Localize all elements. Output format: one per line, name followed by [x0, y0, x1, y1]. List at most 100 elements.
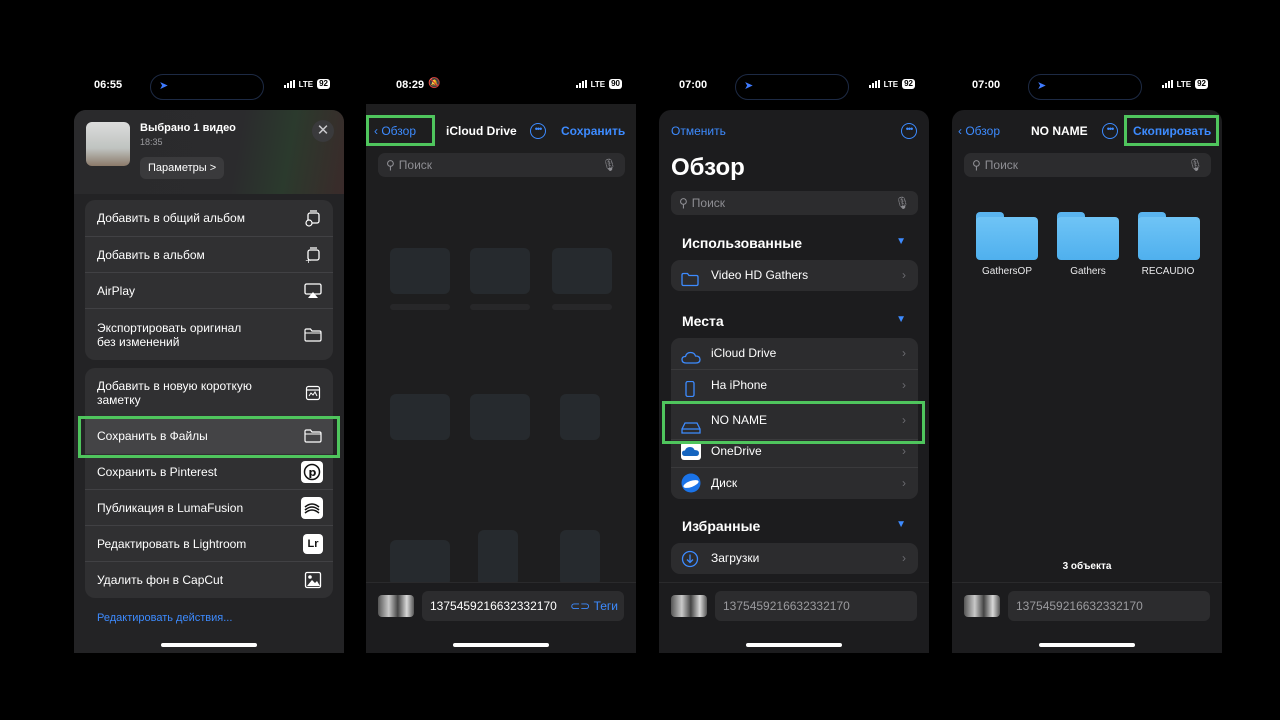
- action-label: Добавить в альбом: [97, 247, 205, 262]
- microphone-icon[interactable]: 🎙: [602, 153, 617, 177]
- edit-actions-link[interactable]: Редактировать действия...: [97, 612, 232, 624]
- list-item[interactable]: iCloud Drive ›: [671, 338, 918, 370]
- dynamic-island: ➤: [1028, 74, 1142, 100]
- carrier-label: LTE: [590, 79, 606, 89]
- folder-icon[interactable]: [1138, 212, 1200, 260]
- action-quick-note[interactable]: Добавить в новую короткую заметку: [85, 368, 333, 418]
- more-options-icon[interactable]: •••: [1102, 123, 1118, 139]
- chevron-right-icon: >: [209, 162, 217, 174]
- section-recents[interactable]: Использованные: [682, 235, 802, 251]
- ghost-folder: [560, 530, 600, 586]
- chevron-down-icon[interactable]: ▼: [896, 519, 906, 530]
- file-thumbnail: [378, 595, 414, 617]
- list-item[interactable]: На iPhone ›: [671, 370, 918, 402]
- action-add-shared-album[interactable]: Добавить в общий альбом: [85, 200, 333, 237]
- chevron-down-icon[interactable]: ▼: [896, 314, 906, 325]
- phone-share-sheet: 06:55 ➤ LTE 92 Выбрано 1 видео 18:35 Пар…: [74, 70, 344, 653]
- chevron-down-icon[interactable]: ▼: [896, 236, 906, 247]
- chevron-right-icon: ›: [902, 268, 906, 282]
- recents-list: Video HD Gathers ›: [671, 260, 918, 291]
- row-label: Диск: [711, 476, 738, 490]
- microphone-icon[interactable]: 🎙: [1188, 153, 1203, 177]
- list-item[interactable]: Загрузки ›: [671, 543, 918, 574]
- folder-outline-icon: [681, 268, 699, 287]
- back-button[interactable]: ‹ Обзор: [374, 124, 416, 138]
- action-lumafusion[interactable]: Публикация в LumaFusion: [85, 490, 333, 526]
- options-label: Параметры: [148, 162, 207, 174]
- action-save-pinterest[interactable]: Сохранить в Pinterest p: [85, 454, 333, 490]
- dimmed-browser: [366, 104, 636, 653]
- action-label: Удалить фон в CapCut: [97, 573, 224, 587]
- folder-icon: [303, 426, 323, 446]
- microphone-icon[interactable]: 🎙: [895, 191, 910, 215]
- video-thumbnail[interactable]: [86, 122, 130, 166]
- filename-field[interactable]: 1375459216632332170: [1008, 591, 1210, 621]
- row-label: OneDrive: [711, 444, 762, 458]
- section-locations[interactable]: Места: [682, 313, 724, 329]
- cancel-button[interactable]: Отменить: [671, 124, 726, 138]
- signal-icon: [283, 80, 295, 88]
- action-airplay[interactable]: AirPlay: [85, 273, 333, 309]
- actions-group-1: Добавить в общий альбом Добавить в альбо…: [85, 200, 333, 360]
- search-field[interactable]: ⚲ Поиск 🎙: [964, 153, 1211, 177]
- folder-body: [1138, 217, 1200, 260]
- action-capcut-remove-bg[interactable]: Удалить фон в CapCut: [85, 562, 333, 598]
- close-button[interactable]: ✕: [312, 120, 334, 142]
- home-indicator: [161, 643, 257, 647]
- copy-button[interactable]: Скопировать: [1133, 124, 1211, 138]
- airplay-icon: [303, 281, 323, 301]
- filename-field[interactable]: 1375459216632332170: [715, 591, 917, 621]
- list-item[interactable]: NO NAME ›: [671, 402, 918, 440]
- more-options-icon[interactable]: •••: [530, 123, 546, 139]
- back-label: Обзор: [381, 124, 417, 138]
- action-label: Добавить в новую короткую заметку: [97, 378, 252, 407]
- carrier-label: LTE: [1176, 79, 1192, 89]
- action-lightroom[interactable]: Редактировать в Lightroom Lr: [85, 526, 333, 562]
- filename-text: 1375459216632332170: [1016, 599, 1143, 613]
- chevron-right-icon: ›: [902, 551, 906, 565]
- folder-label[interactable]: GathersOP: [962, 266, 1052, 277]
- svg-text:p: p: [309, 466, 317, 479]
- action-save-to-files[interactable]: Сохранить в Файлы: [85, 418, 333, 454]
- favorites-list: Загрузки ›: [671, 543, 918, 574]
- home-indicator: [453, 643, 549, 647]
- carrier-label: LTE: [298, 79, 314, 89]
- folder-label[interactable]: Gathers: [1043, 266, 1133, 277]
- tags-label: Теги: [593, 599, 618, 613]
- battery-icon: 92: [1195, 79, 1208, 89]
- close-icon: ✕: [316, 122, 330, 139]
- iphone-icon: [681, 378, 699, 398]
- filename-field[interactable]: 1375459216632332170 ⊂⊃ Теги: [422, 591, 624, 621]
- signal-icon: [575, 80, 587, 88]
- search-field[interactable]: ⚲ Поиск 🎙: [378, 153, 625, 177]
- action-export-original[interactable]: Экспортировать оригинал без изменений: [85, 309, 333, 360]
- folder-icon[interactable]: [1057, 212, 1119, 260]
- phone-icloud-drive: 08:29 🔕 LTE 90 ‹ Обзор iCloud Drive ••• …: [366, 70, 636, 653]
- ghost-folder: [560, 394, 600, 440]
- action-add-album[interactable]: Добавить в альбом +: [85, 237, 333, 273]
- ghost-folder: [390, 540, 450, 586]
- options-button[interactable]: Параметры >: [140, 157, 225, 179]
- signal-icon: [1161, 80, 1173, 88]
- row-label: NO NAME: [711, 413, 768, 427]
- status-indicators: LTE 92: [283, 79, 330, 89]
- search-field[interactable]: ⚲ Поиск 🎙: [671, 191, 918, 215]
- folder-icon[interactable]: [976, 212, 1038, 260]
- folder-label[interactable]: RECAUDIO: [1123, 266, 1213, 277]
- save-button[interactable]: Сохранить: [561, 124, 625, 138]
- list-item[interactable]: Video HD Gathers ›: [671, 260, 918, 291]
- more-options-icon[interactable]: •••: [901, 123, 917, 139]
- status-indicators: LTE 90: [575, 79, 622, 89]
- list-item[interactable]: Диск ›: [671, 468, 918, 499]
- action-label: Редактировать в Lightroom: [97, 536, 247, 551]
- section-favorites[interactable]: Избранные: [682, 518, 760, 534]
- back-button[interactable]: ‹ Обзор: [958, 124, 1000, 138]
- tags-button[interactable]: ⊂⊃ Теги: [570, 591, 618, 621]
- ghost-folder: [470, 394, 530, 440]
- list-item[interactable]: OneDrive ›: [671, 440, 918, 468]
- page-title: Обзор: [671, 154, 745, 181]
- file-thumbnail: [964, 595, 1000, 617]
- ghost-folder: [478, 530, 518, 586]
- filename-text: 1375459216632332170: [723, 599, 850, 613]
- selection-title: Выбрано 1 видео: [140, 122, 236, 134]
